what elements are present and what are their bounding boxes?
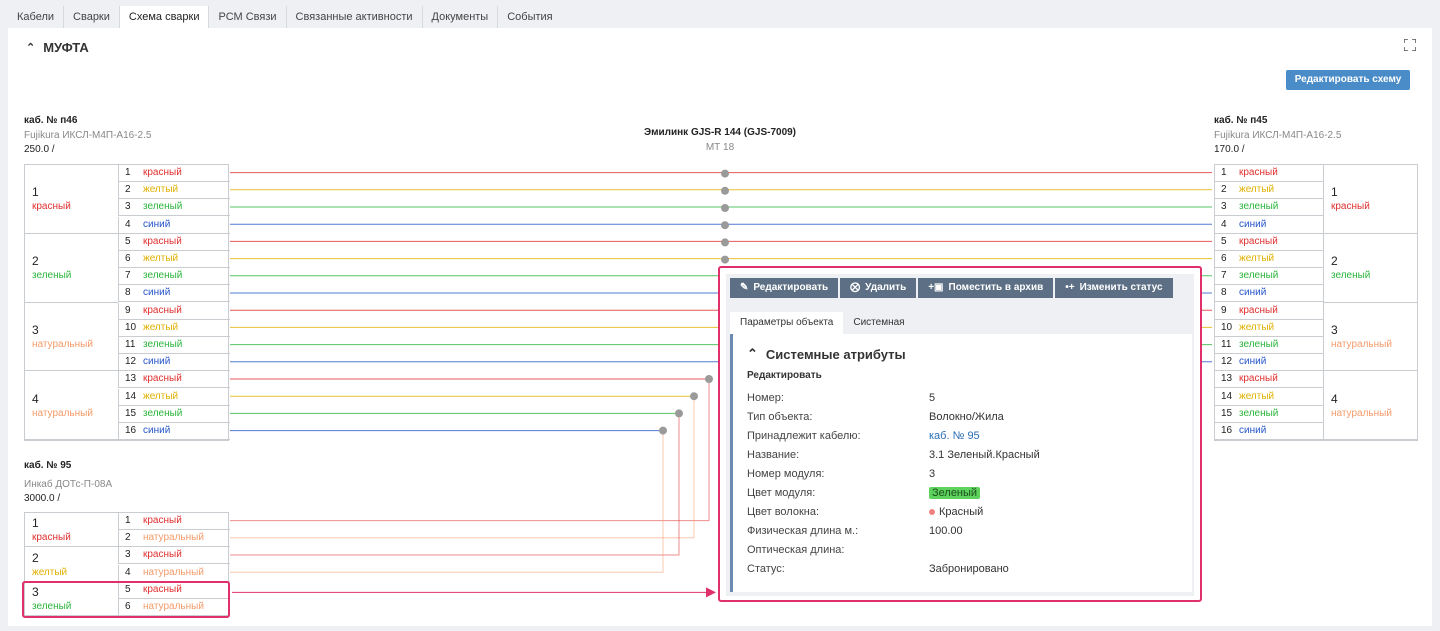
attr-value: Зеленый (929, 487, 981, 499)
attr-label: Физическая длина м.: (747, 525, 859, 537)
attr-value: 3.1 Зеленый.Красный (929, 449, 1040, 461)
edit-button[interactable]: ✎ Редактировать (730, 278, 839, 298)
change-status-button[interactable]: •+ Изменить статус (1055, 278, 1173, 298)
object-popup: ✎ Редактировать ⨂ Удалить +▣ Поместить в ар… (718, 266, 1202, 602)
delete-button[interactable]: ⨂ Удалить (840, 278, 917, 298)
fiber-line (230, 413, 680, 556)
chevron-up-icon: ⌃ (747, 346, 758, 361)
splice-point[interactable] (721, 221, 729, 230)
module-color-badge: Зеленый (929, 487, 981, 499)
attr-label: Оптическая длина: (747, 544, 845, 556)
splice-point[interactable] (721, 255, 729, 264)
splice-point[interactable] (721, 186, 729, 195)
delete-button-label: Удалить (865, 282, 907, 293)
attr-label: Цвет волокна: (747, 506, 820, 518)
attr-value: Красный (929, 506, 983, 518)
cable-link[interactable]: каб. № 95 (929, 430, 980, 442)
attr-label: Тип объекта: (747, 411, 813, 423)
arrow-head (706, 587, 716, 598)
fiber-color-text: Красный (939, 506, 984, 518)
attr-label: Номер: (747, 392, 784, 404)
attr-value: 100.00 (929, 525, 963, 537)
close-circle-icon: ⨂ (850, 282, 861, 293)
fiber-color-dot (929, 509, 935, 516)
splice-point[interactable] (659, 426, 667, 435)
attr-value: Забронировано (929, 563, 1009, 575)
archive-button-label: Поместить в архив (948, 282, 1044, 293)
fiber-line (230, 430, 664, 573)
attr-label: Цвет модуля: (747, 487, 816, 499)
popup-toolbar: ✎ Редактировать ⨂ Удалить +▣ Поместить в ар… (730, 278, 1173, 298)
attrs-header[interactable]: ⌃ Системные атрибуты (747, 346, 906, 362)
splice-point[interactable] (721, 169, 729, 178)
status-icon: •+ (1065, 282, 1075, 293)
attr-label: Название: (747, 449, 800, 461)
attrs-title: Системные атрибуты (765, 346, 906, 362)
attr-label: Номер модуля: (747, 468, 825, 480)
splice-point[interactable] (690, 392, 698, 401)
pencil-icon: ✎ (740, 282, 749, 293)
attrs-edit-link[interactable]: Редактировать (747, 370, 822, 381)
tab-system[interactable]: Системная (843, 312, 914, 334)
splice-point[interactable] (675, 409, 683, 418)
popup-tabs: Параметры объекта Системная (730, 312, 915, 334)
archive-button[interactable]: +▣ Поместить в архив (918, 278, 1054, 298)
change-status-button-label: Изменить статус (1079, 282, 1163, 293)
attr-value: Волокно/Жила (929, 411, 1004, 423)
fiber-line (230, 379, 710, 522)
attr-value: 3 (929, 468, 936, 480)
splice-point[interactable] (705, 375, 713, 383)
attr-value: 5 (929, 392, 936, 404)
tab-object-params[interactable]: Параметры объекта (730, 312, 844, 334)
splice-point[interactable] (721, 204, 729, 212)
highlight-box (22, 581, 230, 618)
attr-label: Статус: (747, 563, 785, 575)
edit-button-label: Редактировать (753, 282, 829, 293)
attr-label: Принадлежит кабелю: (747, 430, 861, 442)
fiber-line (230, 396, 695, 539)
popup-content: ⌃ Системные атрибуты Редактировать Номер… (730, 334, 1192, 592)
splice-point[interactable] (721, 238, 729, 247)
archive-icon: +▣ (928, 282, 944, 293)
